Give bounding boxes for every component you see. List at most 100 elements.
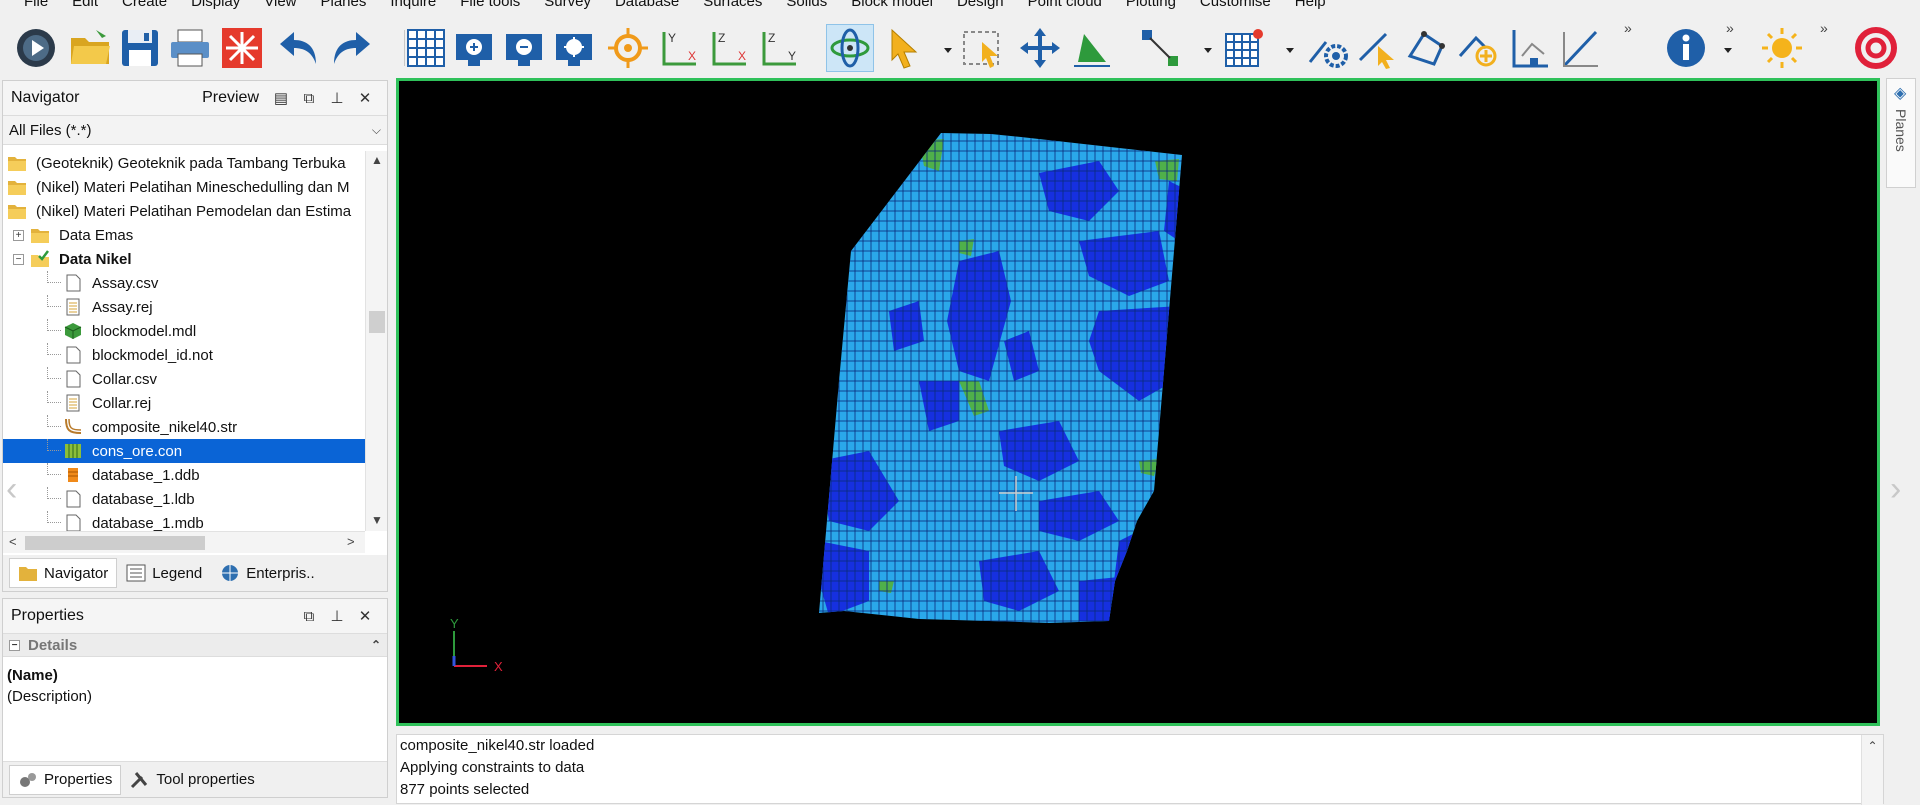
add-point-icon[interactable] [1454, 24, 1502, 72]
h-scroll-thumb[interactable] [25, 536, 205, 550]
open-folder-icon[interactable] [66, 24, 114, 72]
tab-tool-properties[interactable]: Tool properties [121, 765, 263, 795]
select-icon[interactable] [880, 24, 928, 72]
rotate-icon[interactable] [826, 24, 874, 72]
tree-item[interactable]: + Data Emas [3, 223, 365, 247]
menu-item-point-cloud[interactable]: Point cloud [1028, 0, 1102, 11]
collapse-icon[interactable]: − [9, 639, 20, 651]
menu-item-inquire[interactable]: Inquire [390, 0, 436, 11]
scroll-up-icon[interactable]: ▲ [371, 153, 383, 167]
stop-icon[interactable] [1852, 24, 1900, 72]
redo-icon[interactable] [326, 24, 374, 72]
menu-item-database[interactable]: Database [615, 0, 679, 11]
menu-item-customise[interactable]: Customise [1200, 0, 1271, 11]
details-section[interactable]: − Details ⌃ [3, 633, 387, 657]
grid-mark-icon[interactable] [1220, 24, 1268, 72]
menu-item-edit[interactable]: Edit [72, 0, 98, 11]
tree-item[interactable]: database_1.ldb [3, 487, 365, 511]
tree-item[interactable]: Assay.rej [3, 295, 365, 319]
menu-item-surfaces[interactable]: Surfaces [703, 0, 762, 11]
tree-item[interactable]: Assay.csv [3, 271, 365, 295]
zoom-out-icon[interactable] [500, 24, 548, 72]
reset-icon[interactable] [218, 24, 266, 72]
menu-item-create[interactable]: Create [122, 0, 167, 11]
menu-item-help[interactable]: Help [1295, 0, 1326, 11]
planes-dock-tab[interactable]: ◈ Planes [1886, 78, 1916, 188]
tab-legend[interactable]: Legend [117, 558, 211, 588]
tree-item[interactable]: database_1.ddb [3, 463, 365, 487]
triangle-icon[interactable] [1068, 24, 1116, 72]
scroll-right-icon[interactable]: > [347, 534, 355, 549]
zoom-extents-icon[interactable] [550, 24, 598, 72]
polygon-icon[interactable] [1402, 24, 1450, 72]
pointer-icon[interactable] [1354, 24, 1402, 72]
file-filter-select[interactable]: All Files (*.*) ⌵ [3, 115, 387, 145]
scroll-down-icon[interactable]: ▼ [371, 513, 383, 527]
scroll-left-icon[interactable]: < [9, 534, 17, 549]
collapse-left-arrow-icon[interactable]: ‹ [6, 470, 17, 509]
menu-item-file[interactable]: File [24, 0, 48, 11]
info-icon[interactable] [1662, 24, 1710, 72]
preview-toggle[interactable]: Preview [202, 89, 259, 107]
preview-icon[interactable]: ▤ [267, 89, 295, 107]
float-panel-icon[interactable]: ⧉ [295, 90, 323, 107]
tree-item[interactable]: blockmodel.mdl [3, 319, 365, 343]
tree-item[interactable]: Collar.rej [3, 391, 365, 415]
tree-item[interactable]: (Nikel) Materi Pelatihan Mineschedulling… [3, 175, 365, 199]
start-menu-icon[interactable] [12, 24, 60, 72]
tree-item[interactable]: database_1.mdb [3, 511, 365, 531]
log-scroll-up-icon[interactable]: ⌃ [1861, 735, 1883, 805]
3d-viewport[interactable]: Y X [396, 78, 1880, 726]
tree-vertical-scrollbar[interactable]: ▲ ▼ [365, 151, 387, 531]
settings-icon[interactable] [1304, 24, 1352, 72]
menu-item-plotting[interactable]: Plotting [1126, 0, 1176, 11]
move-point-icon[interactable] [1136, 24, 1184, 72]
menu-item-solids[interactable]: Solids [786, 0, 827, 11]
tab-enterprise[interactable]: Enterpris.. [211, 558, 323, 588]
menu-item-view[interactable]: View [264, 0, 296, 11]
scroll-thumb[interactable] [369, 311, 385, 333]
tree-item[interactable]: − Data Nikel [3, 247, 365, 271]
sort-icon[interactable]: ⌃ [371, 638, 381, 652]
dimension-icon[interactable] [1506, 24, 1554, 72]
menu-item-design[interactable]: Design [957, 0, 1004, 11]
tree-item[interactable]: Collar.csv [3, 367, 365, 391]
slope-icon[interactable] [1556, 24, 1604, 72]
plane-zx-icon[interactable]: ZX [706, 24, 754, 72]
menu-item-planes[interactable]: Planes [321, 0, 367, 11]
target-icon[interactable] [604, 24, 652, 72]
tree-item[interactable]: composite_nikel40.str [3, 415, 365, 439]
float-panel-icon[interactable]: ⧉ [295, 608, 323, 625]
pin-icon[interactable]: ⊥ [323, 89, 351, 107]
select-box-icon[interactable] [958, 24, 1006, 72]
plane-yx-icon[interactable]: YX [656, 24, 704, 72]
grid-icon[interactable] [402, 24, 450, 72]
tab-properties[interactable]: Properties [9, 764, 122, 795]
brightness-icon[interactable] [1758, 24, 1806, 72]
tree-item[interactable]: blockmodel_id.not [3, 343, 365, 367]
tree-item[interactable]: (Nikel) Materi Pelatihan Pemodelan dan E… [3, 199, 365, 223]
pin-icon[interactable]: ⊥ [323, 607, 351, 625]
toolbar-overflow-3[interactable]: » [1820, 20, 1828, 36]
toolbar-overflow-1[interactable]: » [1624, 20, 1632, 36]
collapse-icon[interactable]: − [13, 253, 24, 265]
menu-item-file-tools[interactable]: File tools [460, 0, 520, 11]
tree-item[interactable]: (Geoteknik) Geoteknik pada Tambang Terbu… [3, 151, 365, 175]
expand-right-arrow-icon[interactable]: › [1890, 470, 1901, 509]
expand-icon[interactable]: + [13, 229, 24, 241]
tree-horizontal-scrollbar[interactable]: < > [3, 531, 365, 553]
print-icon[interactable] [166, 24, 214, 72]
toolbar-overflow-2[interactable]: » [1726, 20, 1734, 36]
undo-icon[interactable] [276, 24, 324, 72]
tab-navigator[interactable]: Navigator [9, 558, 118, 588]
zoom-in-icon[interactable] [450, 24, 498, 72]
menu-item-survey[interactable]: Survey [544, 0, 591, 11]
plane-zy-icon[interactable]: ZY [756, 24, 804, 72]
close-icon[interactable]: ✕ [351, 607, 379, 625]
menu-item-display[interactable]: Display [191, 0, 240, 11]
menu-item-block-model[interactable]: Block model [851, 0, 933, 11]
tree-item[interactable]: cons_ore.con [3, 439, 365, 463]
save-icon[interactable] [116, 24, 164, 72]
close-icon[interactable]: ✕ [351, 89, 379, 107]
pan-icon[interactable] [1016, 24, 1064, 72]
